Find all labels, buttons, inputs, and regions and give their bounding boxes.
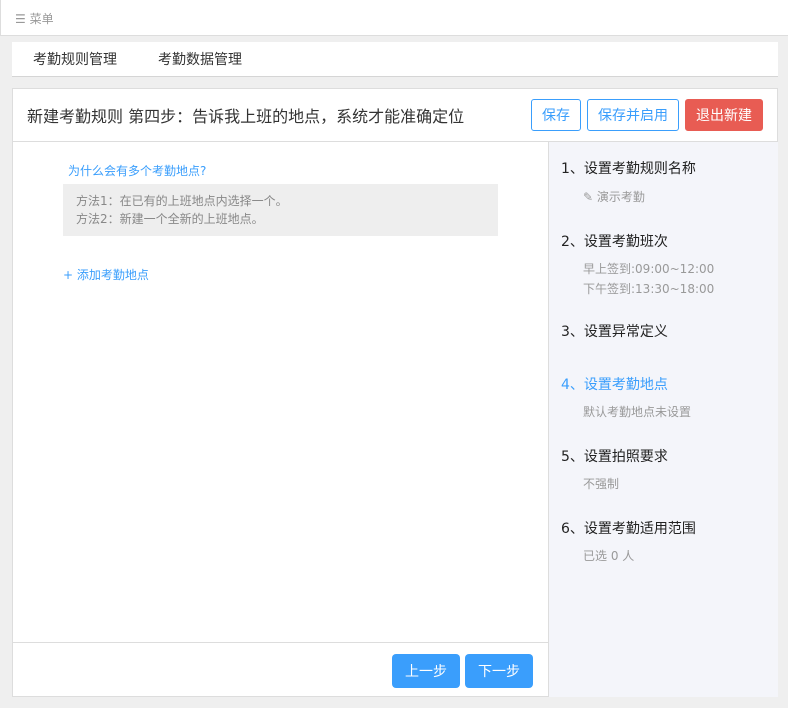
add-location-link[interactable]: + 添加考勤地点 <box>63 266 149 283</box>
step-footer: 上一步 下一步 <box>13 642 548 697</box>
menu-label: 菜单 <box>29 12 54 26</box>
step-4-active[interactable]: 4、设置考勤地点 <box>561 374 668 394</box>
step-6[interactable]: 6、设置考勤适用范围 <box>561 518 696 538</box>
top-bar[interactable]: ☰ 菜单 <box>0 0 788 36</box>
next-step-button[interactable]: 下一步 <box>465 654 533 688</box>
tab-bar: 考勤规则管理 考勤数据管理 <box>12 42 778 77</box>
prev-step-button[interactable]: 上一步 <box>392 654 460 688</box>
rule-editor-card: 新建考勤规则 第四步：告诉我上班的地点，系统才能准确定位 保存 保存并启用 退出… <box>12 88 778 697</box>
tip-line: 方法2：新建一个全新的上班地点。 <box>76 212 264 226</box>
menu-icon: ☰ <box>15 12 26 26</box>
step-content: 为什么会有多个考勤地点? 方法1：在已有的上班地点内选择一个。 方法2：新建一个… <box>13 142 548 697</box>
step-2[interactable]: 2、设置考勤班次 <box>561 231 668 251</box>
step-4-desc: 默认考勤地点未设置 <box>583 405 692 419</box>
step-2-desc: 早上签到:09:00~12:00 下午签到:13:30~18:00 <box>583 259 714 299</box>
save-enable-button[interactable]: 保存并启用 <box>587 99 679 131</box>
tip-line: 方法1：在已有的上班地点内选择一个。 <box>76 194 288 208</box>
step-3[interactable]: 3、设置异常定义 <box>561 321 668 341</box>
afternoon-shift: 下午签到:13:30~18:00 <box>583 282 715 296</box>
step-1-desc: ✎ 演示考勤 <box>583 187 645 207</box>
pencil-icon: ✎ <box>583 190 594 204</box>
tip-box: 方法1：在已有的上班地点内选择一个。 方法2：新建一个全新的上班地点。 <box>63 184 498 236</box>
tab-rule-management[interactable]: 考勤规则管理 <box>33 49 117 69</box>
rule-name-value: 演示考勤 <box>596 190 645 204</box>
why-multiple-locations-link[interactable]: 为什么会有多个考勤地点? <box>68 162 206 179</box>
tab-data-management[interactable]: 考勤数据管理 <box>158 49 242 69</box>
steps-panel: 1、设置考勤规则名称 ✎ 演示考勤 2、设置考勤班次 早上签到:09:00~12… <box>548 142 778 697</box>
save-button[interactable]: 保存 <box>531 99 581 131</box>
editor-header: 新建考勤规则 第四步：告诉我上班的地点，系统才能准确定位 保存 保存并启用 退出… <box>13 89 777 142</box>
step-1[interactable]: 1、设置考勤规则名称 <box>561 158 696 178</box>
exit-button[interactable]: 退出新建 <box>685 99 763 131</box>
step-5[interactable]: 5、设置拍照要求 <box>561 446 668 466</box>
morning-shift: 早上签到:09:00~12:00 <box>583 262 715 276</box>
step-5-desc: 不强制 <box>583 477 620 491</box>
step-6-desc: 已选 0 人 <box>583 549 635 563</box>
page-title: 新建考勤规则 第四步：告诉我上班的地点，系统才能准确定位 <box>27 107 465 126</box>
